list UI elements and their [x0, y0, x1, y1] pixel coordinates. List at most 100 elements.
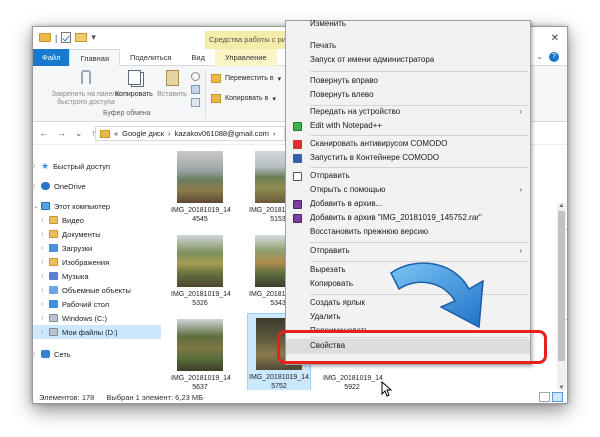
copy-path-icon[interactable] [191, 85, 200, 94]
breadcrumb-account[interactable]: kazakov061088@gmail.com [175, 129, 269, 138]
nav-item-downloads[interactable]: › Загрузки [33, 241, 161, 255]
menu-item-notepad-plus[interactable]: Edit with Notepad++ [286, 119, 530, 134]
nav-item-desktop[interactable]: › Рабочий стол [33, 297, 161, 311]
menu-item-restore-previous[interactable]: Восстановить прежнюю версию [286, 225, 530, 240]
video-folder-icon [49, 216, 58, 224]
nav-item-music[interactable]: › Музыка [33, 269, 161, 283]
tab-home[interactable]: Главная [69, 49, 120, 66]
menu-separator [310, 242, 528, 243]
address-input[interactable]: « Google диск › kazakov061088@gmail.com … [95, 126, 285, 141]
expand-arrow-icon[interactable]: › [41, 301, 49, 308]
menu-item-print[interactable]: Печать [286, 39, 530, 54]
nav-label: Загрузки [62, 243, 93, 253]
tab-share[interactable]: Поделиться [120, 49, 181, 66]
expand-arrow-icon[interactable]: › [33, 163, 41, 170]
paste-shortcut-icon[interactable] [191, 98, 200, 107]
navigation-pane: › ★ Быстрый доступ › OneDrive ⌄ Этот ком… [33, 151, 161, 391]
drive-icon [49, 314, 58, 322]
annotation-arrow-icon [390, 262, 484, 329]
cut-icon[interactable] [191, 72, 200, 81]
menu-item-comodo-container[interactable]: Запустить в Контейнере COMODO [286, 151, 530, 166]
breadcrumb-google-drive[interactable]: Google диск [122, 129, 164, 138]
expand-arrow-icon[interactable]: › [41, 231, 49, 238]
folder-icon [100, 129, 110, 138]
menu-separator [310, 167, 528, 168]
comodo-container-icon [293, 154, 302, 163]
menu-separator [310, 135, 528, 136]
close-icon[interactable]: ✕ [551, 33, 559, 44]
nav-item-documents[interactable]: › Документы [33, 227, 161, 241]
tab-file[interactable]: Файл [33, 49, 70, 66]
nav-item-drive-c[interactable]: › Windows (C:) [33, 311, 161, 325]
nav-item-onedrive[interactable]: › OneDrive [33, 179, 161, 193]
expand-arrow-icon[interactable]: › [41, 273, 49, 280]
help-icon[interactable]: ? [549, 52, 559, 62]
dropdown-arrow-icon: ▾ [272, 95, 276, 103]
expand-arrow-icon[interactable]: › [41, 245, 49, 252]
menu-item-share[interactable]: Отправить [286, 169, 530, 184]
back-icon[interactable]: ← [39, 128, 48, 139]
menu-item-edit[interactable]: Изменить [286, 19, 530, 30]
collapse-ribbon-icon[interactable]: ⌄ [536, 52, 543, 61]
image-thumbnail [177, 235, 223, 287]
nav-item-this-pc[interactable]: ⌄ Этот компьютер [33, 199, 161, 213]
nav-item-network[interactable]: › Сеть [33, 347, 161, 361]
forward-icon[interactable]: → [57, 128, 66, 139]
documents-folder-icon [49, 230, 58, 238]
share-icon [293, 172, 302, 181]
nav-label: Этот компьютер [54, 201, 111, 211]
menu-item-rotate-left[interactable]: Повернуть влево [286, 88, 530, 103]
file-item[interactable]: IMG_20181019_14 4545 [171, 147, 231, 224]
file-item[interactable]: IMG_20181019_14 5326 [171, 231, 231, 308]
customize-chevron-icon[interactable]: ▾ [91, 32, 96, 43]
file-name: IMG_20181019_14 4545 [171, 207, 231, 223]
menu-item-rotate-right[interactable]: Повернуть вправо [286, 74, 530, 89]
menu-item-open-with[interactable]: Открыть с помощью › [286, 183, 530, 198]
nav-item-quick-access[interactable]: › ★ Быстрый доступ [33, 159, 161, 173]
nav-label: Видео [62, 215, 84, 225]
expand-arrow-icon[interactable]: › [41, 287, 49, 294]
copy-button[interactable]: Копировать [113, 70, 155, 99]
nav-item-pictures[interactable]: › Изображения [33, 255, 161, 269]
expand-arrow-icon[interactable]: › [41, 315, 49, 322]
vertical-scrollbar[interactable]: ▲ ▼ [557, 203, 566, 393]
large-icons-view-icon[interactable] [552, 392, 563, 402]
file-item[interactable]: IMG_20181019_14 5637 [171, 315, 231, 392]
nav-item-video[interactable]: › Видео [33, 213, 161, 227]
menu-item-add-to-rar[interactable]: Добавить в архив "IMG_20181019_145752.ra… [286, 211, 530, 226]
winrar-icon [293, 214, 302, 223]
paste-button[interactable]: Вставить [155, 70, 189, 99]
copy-to-button[interactable]: Копировать в ▾ [211, 94, 276, 103]
menu-item-cast-to-device[interactable]: Передать на устройство › [286, 105, 530, 120]
scroll-up-icon[interactable]: ▲ [557, 203, 566, 211]
menu-item-run-as-admin[interactable]: Запуск от имени администратора [286, 53, 530, 68]
menu-item-add-to-archive[interactable]: Добавить в архив... [286, 197, 530, 212]
scroll-thumb[interactable] [558, 211, 565, 361]
menu-item-comodo-scan[interactable]: Сканировать антивирусом COMODO [286, 137, 530, 152]
expand-arrow-icon[interactable]: › [41, 259, 49, 266]
move-to-button[interactable]: Переместить в ▾ [211, 74, 281, 83]
details-view-icon[interactable] [539, 392, 550, 402]
cloud-icon [41, 182, 50, 190]
tab-manage[interactable]: Управление [215, 49, 277, 66]
expand-arrow-icon[interactable]: › [41, 329, 49, 336]
recent-chevron-icon[interactable]: ⌄ [75, 128, 83, 139]
collapse-arrow-icon[interactable]: ⌄ [33, 202, 41, 210]
breadcrumb-separator: › [168, 129, 171, 138]
nav-label: Объемные объекты [62, 285, 131, 295]
menu-label: Отправить [310, 246, 350, 255]
nav-item-drive-d[interactable]: › Мои файлы (D:) [33, 325, 161, 339]
image-thumbnail [177, 319, 223, 371]
nav-label: Изображения [62, 257, 110, 267]
menu-separator [310, 71, 528, 72]
submenu-arrow-icon: › [519, 246, 522, 255]
nav-label: Музыка [62, 271, 89, 281]
view-switcher [539, 392, 563, 402]
expand-arrow-icon[interactable]: › [33, 183, 41, 190]
expand-arrow-icon[interactable]: › [41, 217, 49, 224]
expand-arrow-icon[interactable]: › [33, 351, 41, 358]
properties-icon[interactable] [61, 32, 72, 43]
nav-item-3d-objects[interactable]: › Объемные объекты [33, 283, 161, 297]
tab-view[interactable]: Вид [181, 49, 215, 66]
new-folder-icon[interactable] [75, 33, 88, 42]
